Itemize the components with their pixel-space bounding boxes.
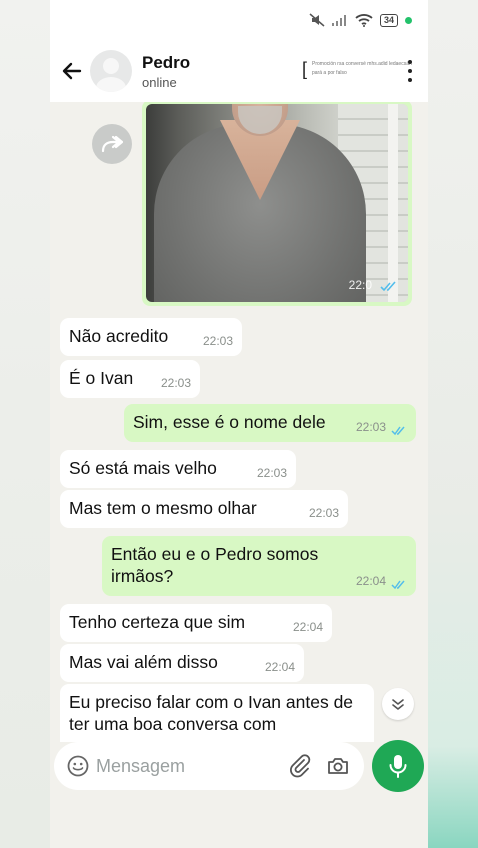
background-left-strip	[0, 0, 50, 848]
mute-icon	[309, 13, 325, 27]
emoji-button[interactable]	[66, 754, 90, 778]
camera-icon[interactable]	[326, 754, 350, 778]
background-right-strip	[428, 0, 478, 848]
wifi-icon	[355, 14, 373, 27]
chat-area[interactable]: 22:0 Não acredito 22:03 É o Ivan 22:03 S…	[50, 102, 428, 742]
chat-header: Pedro online [ Promoción rsa conversé mh…	[50, 40, 428, 102]
message-text: Sim, esse é o nome dele	[133, 412, 326, 432]
message-text: Mas vai além disso	[69, 652, 218, 672]
signal-icon	[331, 15, 346, 26]
attach-icon[interactable]	[288, 754, 312, 778]
message-time: 22:03	[160, 376, 191, 390]
contact-status: online	[142, 74, 177, 90]
message-time: 22:03	[355, 420, 386, 434]
read-ticks-icon	[391, 426, 405, 436]
forward-icon	[101, 135, 123, 153]
message-text: Só está mais velho	[69, 458, 217, 478]
message-incoming[interactable]: Mas tem o mesmo olhar 22:03	[60, 490, 348, 528]
chevron-down-icon	[392, 699, 404, 710]
back-arrow-icon	[62, 62, 82, 80]
message-composer	[54, 742, 364, 790]
message-incoming[interactable]: Eu preciso falar com o Ivan antes de ter…	[60, 684, 374, 742]
photo-image[interactable]: 22:0	[146, 104, 408, 302]
message-incoming[interactable]: É o Ivan 22:03	[60, 360, 200, 398]
photo-message-time: 22:0	[348, 278, 372, 292]
status-bar: 34	[50, 0, 428, 40]
message-time: 22:03	[202, 334, 233, 348]
ad-banner[interactable]: [ Promoción rsa conversé mhs.adid ledaec…	[302, 59, 412, 81]
message-text: Eu preciso falar com o Ivan antes de ter…	[69, 692, 354, 734]
ad-text-line2: pará a por falso	[312, 70, 347, 76]
mic-icon	[389, 755, 407, 778]
ad-bracket: [	[302, 59, 308, 79]
contact-info[interactable]: Pedro online	[142, 53, 190, 90]
message-text: Tenho certeza que sim	[69, 612, 246, 632]
message-input[interactable]	[96, 755, 276, 777]
menu-dots-icon[interactable]	[406, 60, 414, 82]
avatar[interactable]	[90, 50, 132, 92]
back-button[interactable]	[54, 53, 90, 89]
message-text: Mas tem o mesmo olhar	[69, 498, 257, 518]
contact-name: Pedro	[142, 52, 191, 72]
read-ticks-icon	[380, 281, 396, 292]
battery-indicator: 34	[379, 13, 398, 27]
mic-button[interactable]	[372, 740, 424, 792]
message-incoming[interactable]: Tenho certeza que sim 22:04	[60, 604, 332, 642]
message-time: 22:04	[292, 620, 323, 634]
message-text: Então eu e o Pedro somos irmãos?	[111, 544, 319, 586]
phone-screen: 34 Pedro online [ Promoción rsa conversé…	[50, 0, 428, 848]
scroll-down-button[interactable]	[382, 688, 414, 720]
status-dot	[405, 16, 412, 24]
bottom-area	[50, 800, 428, 848]
message-incoming[interactable]: Não acredito 22:03	[60, 318, 242, 356]
emoji-icon	[67, 755, 89, 777]
message-time: 22:03	[256, 466, 287, 480]
read-ticks-icon	[391, 580, 405, 590]
message-incoming[interactable]: Mas vai além disso 22:04	[60, 644, 304, 682]
message-time: 22:03	[308, 506, 339, 520]
message-incoming[interactable]: Só está mais velho 22:03	[60, 450, 296, 488]
message-outgoing[interactable]: Então eu e o Pedro somos irmãos? 22:04	[102, 536, 416, 596]
message-outgoing[interactable]: Sim, esse é o nome dele 22:03	[124, 404, 416, 442]
message-time: 22:04	[355, 574, 386, 588]
photo-message[interactable]: 22:0	[142, 102, 412, 306]
message-text: É o Ivan	[69, 368, 134, 388]
forward-button[interactable]	[92, 124, 132, 164]
message-text: Não acredito	[69, 326, 169, 346]
ad-text-line1: Promoción rsa conversé mhs.adid ledaecsá…	[312, 61, 412, 67]
message-time: 22:04	[264, 660, 295, 674]
